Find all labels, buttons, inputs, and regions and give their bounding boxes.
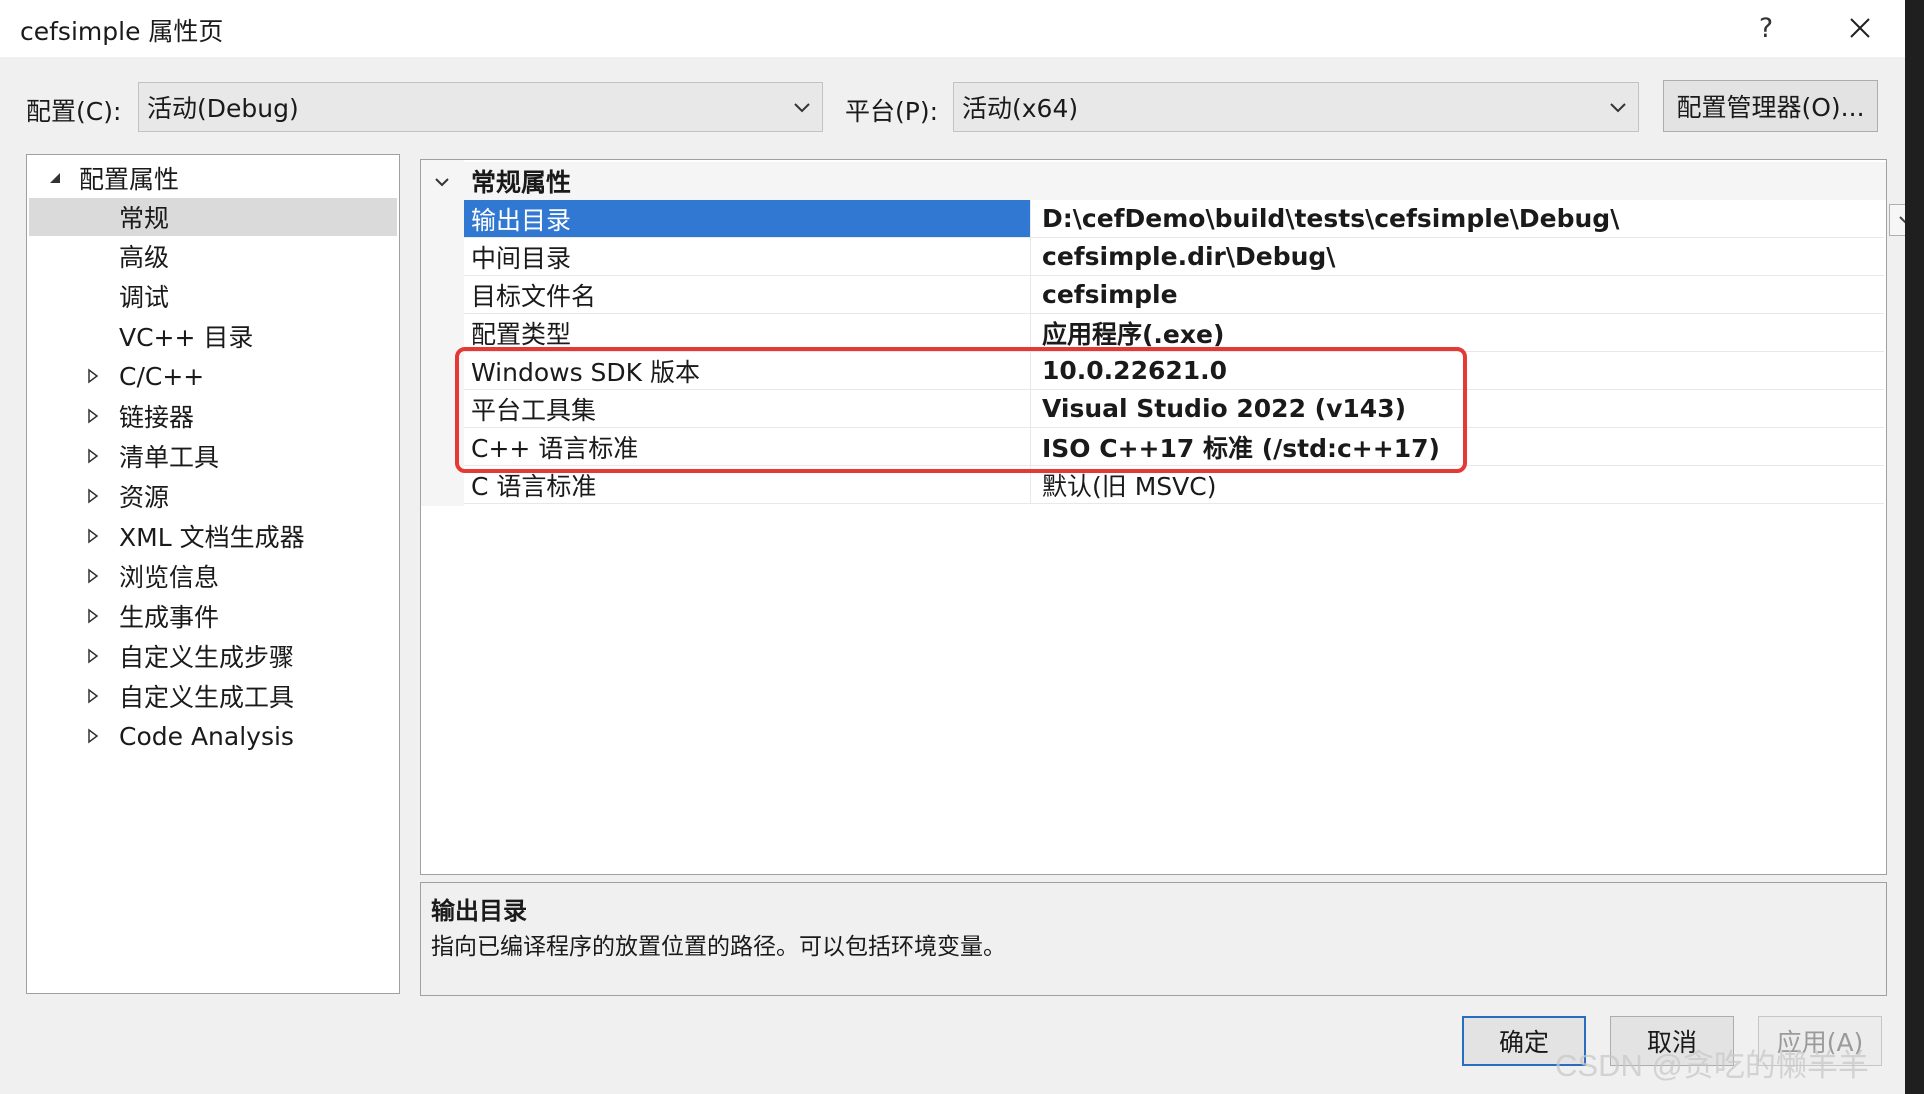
- property-name: 平台工具集: [464, 390, 1031, 427]
- tree-item-manifest-tool[interactable]: 清单工具: [27, 437, 399, 475]
- property-row-platform-toolset[interactable]: 平台工具集 Visual Studio 2022 (v143): [464, 390, 1884, 428]
- value-dropdown-button[interactable]: [1889, 204, 1905, 236]
- tree-item-custom-build-step[interactable]: 自定义生成步骤: [27, 637, 399, 675]
- description-panel: 输出目录 指向已编译程序的放置位置的路径。可以包括环境变量。: [420, 882, 1887, 996]
- property-value[interactable]: D:\cefDemo\build\tests\cefsimple\Debug\: [1032, 200, 1882, 237]
- property-value[interactable]: 默认(旧 MSVC): [1032, 466, 1882, 503]
- tree-root-label: 配置属性: [79, 165, 180, 194]
- category-label: 常规属性: [471, 168, 572, 197]
- property-row-configuration-type[interactable]: 配置类型 应用程序(.exe): [464, 314, 1884, 352]
- tree-item-label: 自定义生成工具: [119, 683, 295, 712]
- tree-item-debugging[interactable]: 调试: [27, 277, 399, 315]
- config-tree: 配置属性 常规 高级 调试 VC++ 目录 C/C++ 链接器 清单工具 资源: [26, 154, 400, 994]
- tree-item-label: 生成事件: [119, 603, 220, 632]
- expanded-triangle-icon: [50, 173, 60, 183]
- tree-item-label: 高级: [119, 243, 170, 272]
- tree-root-config-properties[interactable]: 配置属性: [27, 159, 399, 197]
- property-name: C++ 语言标准: [464, 428, 1031, 465]
- property-grid: 常规属性 输出目录 D:\cefDemo\build\tests\cefsimp…: [420, 159, 1905, 875]
- property-row-c-language-standard[interactable]: C 语言标准 默认(旧 MSVC): [464, 466, 1884, 504]
- property-value[interactable]: 应用程序(.exe): [1032, 314, 1882, 351]
- tree-item-label: 清单工具: [119, 443, 220, 472]
- tree-item-resources[interactable]: 资源: [27, 477, 399, 515]
- collapsed-triangle-icon: [88, 608, 99, 624]
- collapsed-triangle-icon: [88, 688, 99, 704]
- tree-item-label: 调试: [119, 283, 170, 312]
- collapsed-triangle-icon: [88, 568, 99, 584]
- tree-item-xml-doc-generator[interactable]: XML 文档生成器: [27, 517, 399, 555]
- csdn-watermark: CSDN @贪吃的懒羊羊: [1555, 1048, 1869, 1083]
- tree-item-custom-build-tool[interactable]: 自定义生成工具: [27, 677, 399, 715]
- property-name: Windows SDK 版本: [464, 352, 1031, 389]
- tree-item-advanced[interactable]: 高级: [27, 237, 399, 275]
- background-window-edge: [1905, 0, 1924, 1094]
- tree-item-label: XML 文档生成器: [119, 523, 305, 552]
- window-title: cefsimple 属性页: [20, 17, 224, 46]
- description-text: 指向已编译程序的放置位置的路径。可以包括环境变量。: [431, 934, 1006, 960]
- property-pages-dialog: cefsimple 属性页 ? 配置(C): 活动(Debug) 平台(P): …: [0, 0, 1905, 1094]
- chevron-down-icon: [794, 103, 810, 113]
- collapsed-triangle-icon: [88, 448, 99, 464]
- tree-item-label: 资源: [119, 483, 170, 512]
- platform-select-value: 活动(x64): [962, 94, 1079, 123]
- tree-item-label: Code Analysis: [119, 721, 294, 751]
- tree-item-label: VC++ 目录: [119, 323, 254, 352]
- grid-gutter: [421, 160, 464, 506]
- category-general-properties[interactable]: 常规属性: [421, 162, 1886, 200]
- tree-item-label: 浏览信息: [119, 563, 220, 592]
- tree-item-linker[interactable]: 链接器: [27, 397, 399, 435]
- property-row-intermediate-dir[interactable]: 中间目录 cefsimple.dir\Debug\: [464, 238, 1884, 276]
- property-value[interactable]: 10.0.22621.0: [1032, 352, 1882, 389]
- collapsed-triangle-icon: [88, 408, 99, 424]
- platform-label: 平台(P):: [845, 97, 939, 126]
- property-value[interactable]: Visual Studio 2022 (v143): [1032, 390, 1882, 427]
- config-label: 配置(C):: [26, 97, 122, 126]
- property-name: 中间目录: [464, 238, 1031, 275]
- collapsed-triangle-icon: [88, 648, 99, 664]
- tree-item-browse-info[interactable]: 浏览信息: [27, 557, 399, 595]
- chevron-down-icon: [1610, 103, 1626, 113]
- tree-item-label: C/C++: [119, 361, 205, 391]
- tree-item-label: 链接器: [119, 403, 195, 432]
- config-manager-button[interactable]: 配置管理器(O)...: [1663, 80, 1878, 132]
- tree-item-label: 常规: [119, 204, 170, 233]
- help-button[interactable]: ?: [1740, 6, 1792, 50]
- property-row-target-name[interactable]: 目标文件名 cefsimple: [464, 276, 1884, 314]
- property-row-windows-sdk-version[interactable]: Windows SDK 版本 10.0.22621.0: [464, 352, 1884, 390]
- platform-select[interactable]: 活动(x64): [953, 82, 1639, 132]
- property-row-cpp-language-standard[interactable]: C++ 语言标准 ISO C++17 标准 (/std:c++17): [464, 428, 1884, 466]
- tree-item-general[interactable]: 常规: [29, 198, 397, 236]
- property-name: 配置类型: [464, 314, 1031, 351]
- tree-item-vc-directories[interactable]: VC++ 目录: [27, 317, 399, 355]
- property-value[interactable]: cefsimple.dir\Debug\: [1032, 238, 1882, 275]
- config-select-value: 活动(Debug): [147, 94, 299, 123]
- help-icon: ?: [1758, 12, 1774, 44]
- property-name: C 语言标准: [464, 466, 1031, 503]
- property-name: 输出目录: [464, 200, 1031, 237]
- property-value[interactable]: cefsimple: [1032, 276, 1882, 313]
- collapsed-triangle-icon: [88, 528, 99, 544]
- property-name: 目标文件名: [464, 276, 1031, 313]
- collapsed-triangle-icon: [88, 488, 99, 504]
- close-icon: [1850, 18, 1870, 38]
- close-button[interactable]: [1832, 6, 1888, 50]
- tree-item-label: 自定义生成步骤: [119, 643, 295, 672]
- tree-item-code-analysis[interactable]: Code Analysis: [27, 717, 399, 755]
- tree-item-cpp[interactable]: C/C++: [27, 357, 399, 395]
- config-select[interactable]: 活动(Debug): [138, 82, 823, 132]
- chevron-down-icon: [435, 178, 449, 187]
- property-value[interactable]: ISO C++17 标准 (/std:c++17): [1032, 428, 1882, 465]
- description-title: 输出目录: [431, 897, 527, 925]
- collapsed-triangle-icon: [88, 728, 99, 744]
- title-bar: cefsimple 属性页 ?: [0, 0, 1905, 57]
- chevron-down-icon: [1899, 216, 1905, 224]
- property-row-output-dir[interactable]: 输出目录 D:\cefDemo\build\tests\cefsimple\De…: [464, 200, 1905, 238]
- tree-item-build-events[interactable]: 生成事件: [27, 597, 399, 635]
- collapsed-triangle-icon: [88, 368, 99, 384]
